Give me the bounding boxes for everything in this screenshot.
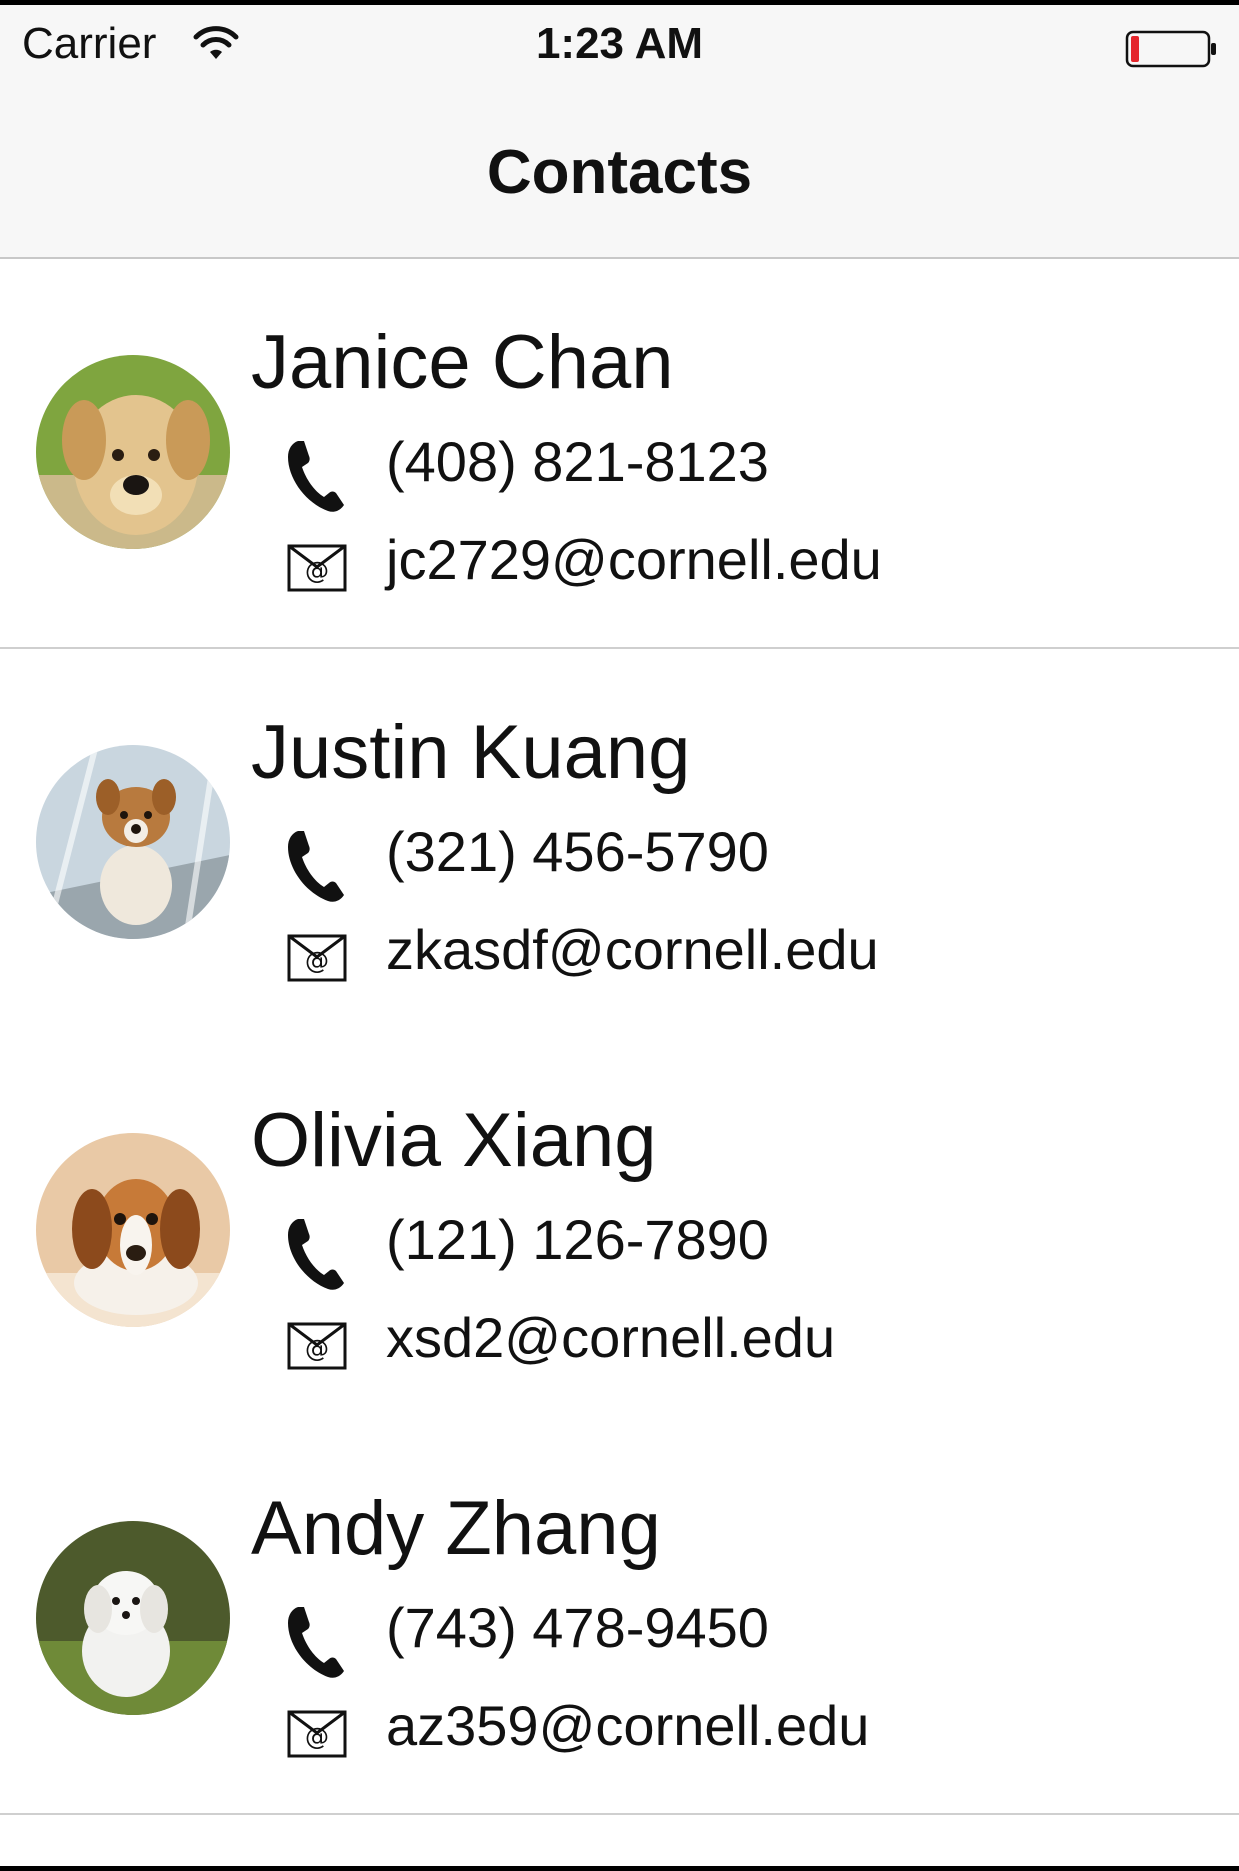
mail-icon: @ <box>287 934 347 982</box>
mail-icon: @ <box>287 544 347 592</box>
corgi-puppy-avatar <box>36 745 230 939</box>
contact-row[interactable]: Janice Chan (408) 821-8123 @ jc2729@corn… <box>0 259 1239 649</box>
beagle-puppy-avatar <box>36 1133 230 1327</box>
phone-number[interactable]: (743) 478-9450 <box>386 1595 769 1660</box>
phone-number[interactable]: (321) 456-5790 <box>386 819 769 884</box>
contact-name: Justin Kuang <box>251 710 691 795</box>
status-bar: Carrier 1:23 AM <box>0 5 1239 85</box>
avatar <box>36 1133 230 1327</box>
avatar <box>36 355 230 549</box>
avatar <box>36 745 230 939</box>
phone-number[interactable]: (408) 821-8123 <box>386 429 769 494</box>
contact-name: Andy Zhang <box>251 1486 661 1571</box>
svg-text:@: @ <box>305 947 329 975</box>
avatar <box>36 1521 230 1715</box>
contact-list[interactable]: Janice Chan (408) 821-8123 @ jc2729@corn… <box>0 259 1239 1815</box>
email-address[interactable]: zkasdf@cornell.edu <box>386 917 879 982</box>
battery-icon <box>1125 30 1216 68</box>
contact-row[interactable]: Andy Zhang (743) 478-9450 @ az359@cornel… <box>0 1425 1239 1815</box>
phone-screen: Carrier 1:23 AM Contacts Janice Chan (40… <box>0 0 1239 1871</box>
phone-icon <box>288 441 344 512</box>
phone-icon <box>288 1219 344 1290</box>
svg-text:@: @ <box>305 557 329 585</box>
email-address[interactable]: xsd2@cornell.edu <box>386 1305 835 1370</box>
page-title: Contacts <box>486 138 753 207</box>
svg-text:@: @ <box>305 1335 329 1363</box>
contact-name: Olivia Xiang <box>251 1098 657 1183</box>
contact-row[interactable]: Olivia Xiang (121) 126-7890 @ xsd2@corne… <box>0 1037 1239 1425</box>
navigation-bar: Contacts <box>0 85 1239 259</box>
status-time: 1:23 AM <box>535 19 704 68</box>
phone-icon <box>288 831 344 902</box>
maltese-puppy-avatar <box>36 1521 230 1715</box>
mail-icon: @ <box>287 1710 347 1758</box>
email-address[interactable]: jc2729@cornell.edu <box>386 527 882 592</box>
phone-number[interactable]: (121) 126-7890 <box>386 1207 769 1272</box>
contact-row[interactable]: Justin Kuang (321) 456-5790 @ zkasdf@cor… <box>0 649 1239 1037</box>
email-address[interactable]: az359@cornell.edu <box>386 1693 869 1758</box>
phone-icon <box>288 1607 344 1678</box>
svg-text:@: @ <box>305 1723 329 1751</box>
labrador-puppy-avatar <box>36 355 230 549</box>
mail-icon: @ <box>287 1322 347 1370</box>
contact-name: Janice Chan <box>251 320 674 405</box>
